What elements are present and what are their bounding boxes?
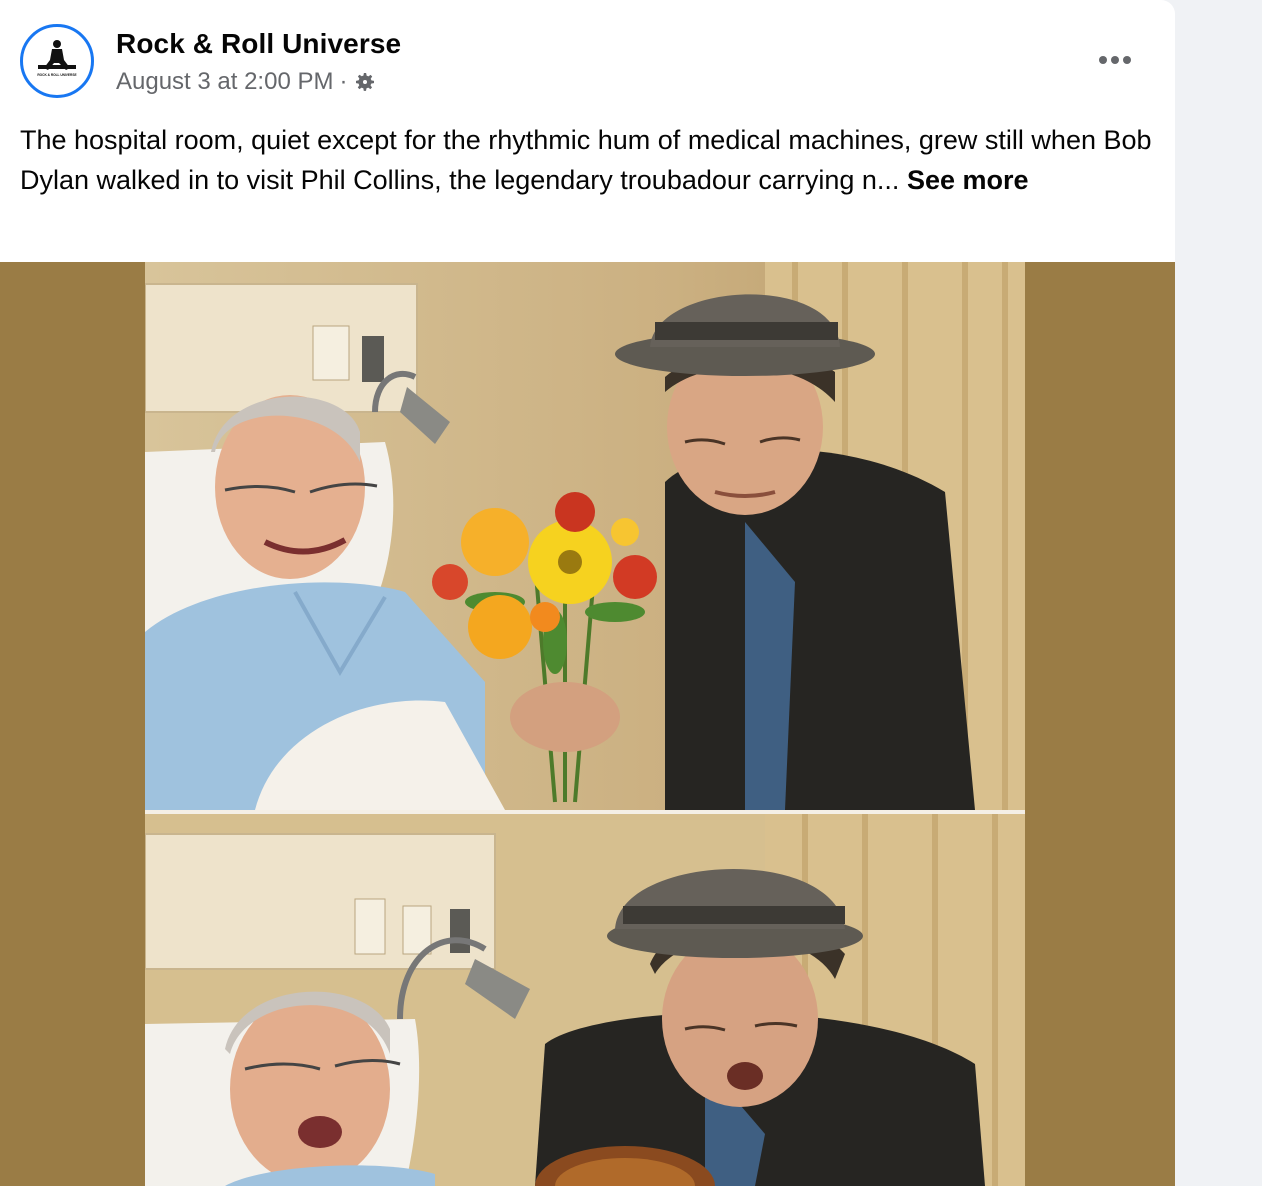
more-options-icon[interactable] (1090, 40, 1140, 80)
avatar-text: ROCK & ROLL UNIVERSE (37, 73, 76, 77)
page-avatar[interactable]: ROCK & ROLL UNIVERSE (20, 24, 94, 98)
page-background (1175, 0, 1262, 1186)
post-header: ROCK & ROLL UNIVERSE Rock & Roll Univers… (0, 0, 1175, 110)
gear-icon[interactable] (353, 70, 377, 94)
meta-separator: · (339, 68, 348, 95)
post-card: ROCK & ROLL UNIVERSE Rock & Roll Univers… (0, 0, 1175, 1186)
post-text: The hospital room, quiet except for the … (20, 120, 1160, 200)
page-name-link[interactable]: Rock & Roll Universe (116, 28, 401, 60)
see-more-link[interactable]: See more (907, 165, 1029, 195)
post-media[interactable] (0, 262, 1175, 1186)
post-timestamp[interactable]: August 3 at 2:00 PM (116, 68, 333, 96)
guitarist-logo-icon: ROCK & ROLL UNIVERSE (27, 31, 87, 91)
post-photo-guitar[interactable] (145, 814, 1025, 1186)
post-photo-flowers[interactable] (145, 262, 1025, 810)
post-meta: August 3 at 2:00 PM · (116, 68, 377, 96)
